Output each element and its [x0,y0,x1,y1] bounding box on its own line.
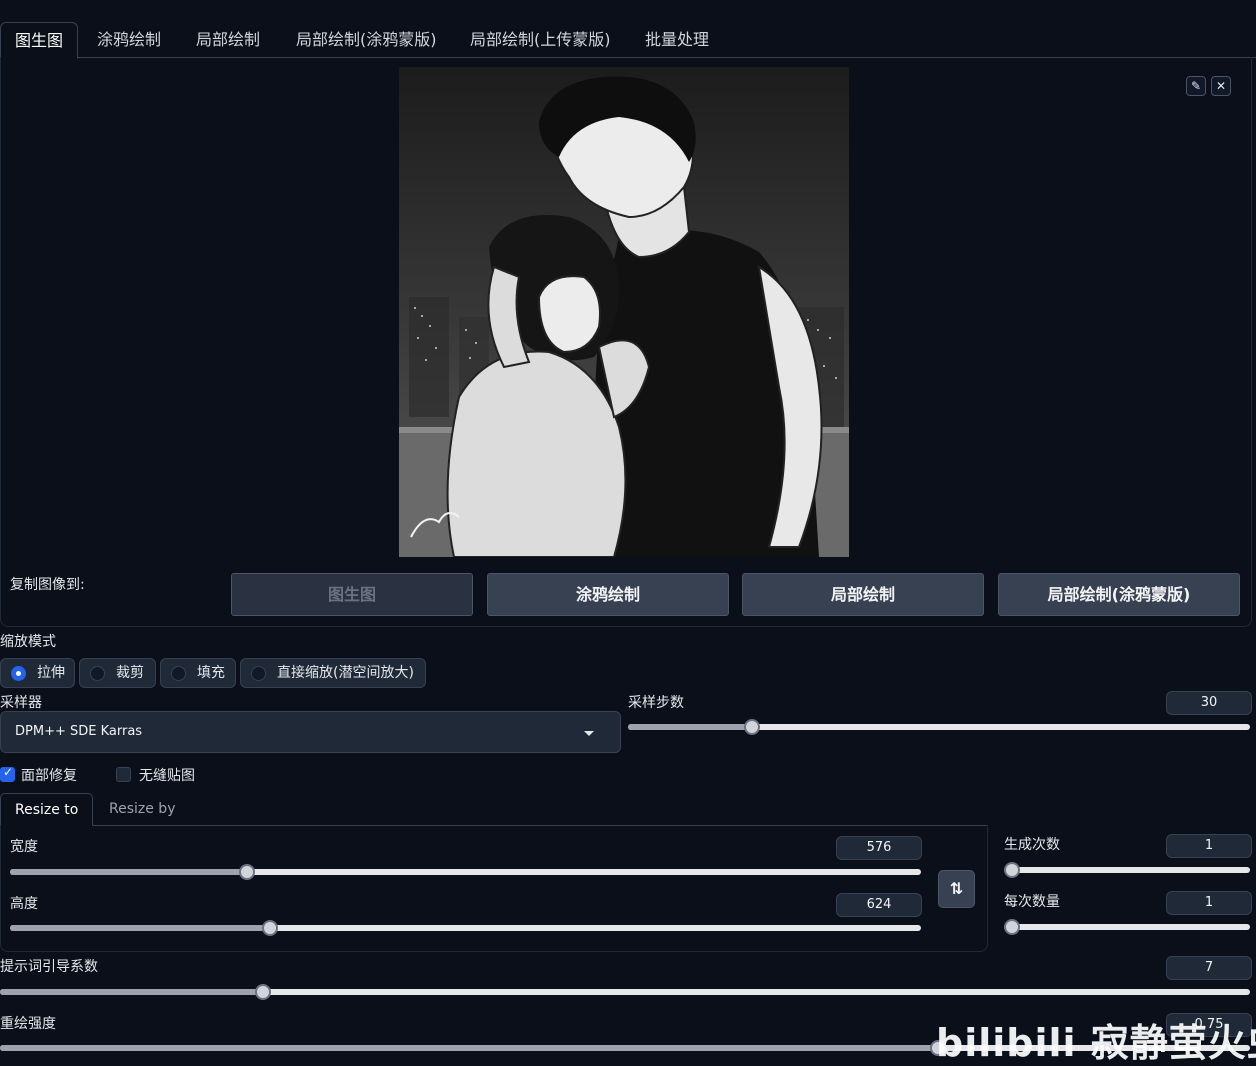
resize-mode-latent[interactable]: 直接缩放(潜空间放大) [240,658,426,688]
width-label: 宽度 [10,839,38,855]
height-slider[interactable] [10,920,921,936]
radio-crop[interactable] [90,666,105,681]
tab-sketch[interactable]: 涂鸦绘制 [83,22,175,58]
sampling-steps-slider-handle[interactable] [744,719,761,735]
sampling-steps-label: 采样步数 [628,695,684,711]
denoising-slider-fill [0,1045,938,1051]
cfg-scale-slider-handle[interactable] [254,984,271,1000]
resize-mode-latent-label: 直接缩放(潜空间放大) [277,665,414,681]
tab-inpaint[interactable]: 局部绘制 [182,22,274,58]
tab-img2img[interactable]: 图生图 [0,22,79,59]
height-input[interactable]: 624 [836,893,922,917]
batch-count-label: 生成次数 [1004,837,1060,853]
pencil-icon[interactable]: ✎ [1186,76,1206,96]
batch-size-slider-handle[interactable] [1004,919,1020,935]
copy-to-sketch-button[interactable]: 涂鸦绘制 [487,573,729,616]
cfg-scale-slider-fill [0,989,263,995]
batch-count-input[interactable]: 1 [1166,834,1252,858]
width-slider[interactable] [10,864,921,880]
sampler-value: DPM++ SDE Karras [15,724,143,739]
radio-fill[interactable] [171,666,186,681]
tab-inpaint-sketch[interactable]: 局部绘制(涂鸦蒙版) [282,22,451,58]
resize-mode-stretch-label: 拉伸 [37,665,65,681]
batch-count-slider-handle[interactable] [1004,862,1020,878]
resize-mode-crop[interactable]: 裁剪 [79,658,156,688]
watermark: bilibili 寂静萤火虫 [936,1021,1256,1065]
resize-mode-fill-label: 填充 [197,665,225,681]
height-slider-fill [10,925,270,931]
radio-latent[interactable] [251,666,266,681]
resize-mode-stretch[interactable]: 拉伸 [0,658,75,688]
sampling-steps-slider-fill [628,724,753,730]
cfg-scale-input[interactable]: 7 [1166,956,1252,980]
width-slider-handle[interactable] [238,864,255,880]
face-restore-checkbox[interactable] [0,765,15,782]
sampler-dropdown[interactable]: DPM++ SDE Karras [0,711,621,753]
tab-bar: 图生图 涂鸦绘制 局部绘制 局部绘制(涂鸦蒙版) 局部绘制(上传蒙版) 批量处理 [0,22,1256,59]
cfg-scale-slider[interactable] [0,984,1250,1000]
denoising-label: 重绘强度 [0,1016,56,1032]
resize-mode-fill[interactable]: 填充 [160,658,236,688]
height-label: 高度 [10,896,38,912]
width-slider-fill [10,869,247,875]
batch-size-slider[interactable] [1004,919,1250,935]
batch-size-label: 每次数量 [1004,894,1060,910]
tab-resize-by[interactable]: Resize by [95,793,189,826]
batch-count-slider[interactable] [1004,862,1250,878]
swap-arrows-icon[interactable]: ⇅ [938,870,975,908]
tab-resize-to[interactable]: Resize to [0,793,94,826]
resize-mode-crop-label: 裁剪 [116,665,144,681]
sampler-label: 采样器 [0,695,42,711]
height-slider-handle[interactable] [261,920,278,936]
copy-to-img2img-button[interactable]: 图生图 [231,573,473,616]
face-restore-label: 面部修复 [21,768,77,784]
copy-to-inpaint-button[interactable]: 局部绘制 [742,573,984,616]
close-icon[interactable]: ✕ [1211,76,1231,96]
cfg-scale-label: 提示词引导系数 [0,959,98,975]
sampling-steps-input[interactable]: 30 [1166,691,1252,715]
batch-size-input[interactable]: 1 [1166,891,1252,915]
width-input[interactable]: 576 [836,836,922,860]
sampling-steps-slider[interactable] [628,719,1250,735]
copy-to-inpaint-sketch-button[interactable]: 局部绘制(涂鸦蒙版) [998,573,1240,616]
radio-stretch[interactable] [11,666,26,681]
tiling-label: 无缝贴图 [139,768,195,784]
tab-batch[interactable]: 批量处理 [631,22,723,58]
input-image[interactable] [399,67,849,557]
copy-to-label: 复制图像到: [10,577,85,593]
tiling-checkbox[interactable] [116,767,131,782]
manga-illustration [399,67,849,557]
resize-mode-label: 缩放模式 [0,634,56,650]
chevron-down-icon [584,731,594,736]
tab-inpaint-upload[interactable]: 局部绘制(上传蒙版) [456,22,625,58]
